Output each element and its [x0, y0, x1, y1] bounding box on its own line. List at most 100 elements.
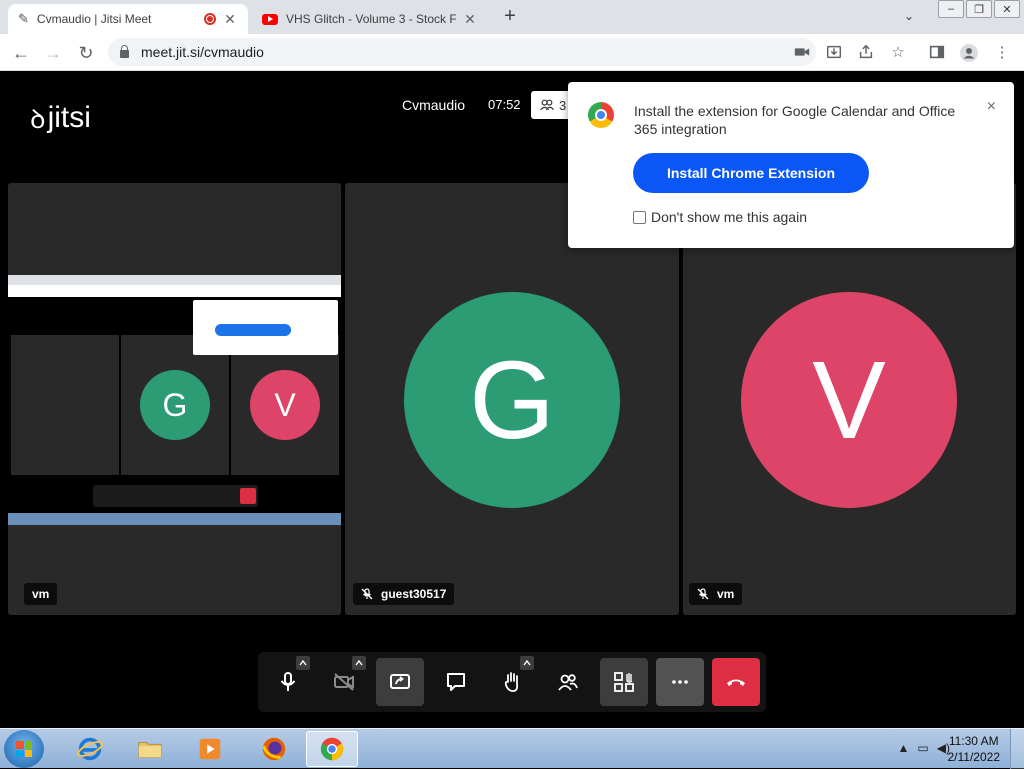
- raise-hand-button[interactable]: [488, 656, 536, 706]
- tab-vhs-glitch[interactable]: VHS Glitch - Volume 3 - Stock Fo ✕: [252, 4, 488, 34]
- participants-button[interactable]: [544, 658, 592, 706]
- thumb-hangup: [240, 488, 256, 504]
- thumb-avatar: V: [250, 370, 320, 440]
- thumb-addressbar: [8, 285, 341, 297]
- raise-hand-icon: [504, 672, 519, 692]
- media-player-icon: [199, 738, 221, 760]
- internet-explorer-icon: [77, 737, 103, 761]
- media-player-taskbar-button[interactable]: [184, 731, 236, 767]
- microphone-icon: [280, 672, 296, 691]
- firefox-icon: [262, 737, 286, 761]
- show-desktop-button[interactable]: [1010, 729, 1024, 769]
- thumb-tile: [11, 335, 119, 475]
- screen-share-button[interactable]: [376, 658, 424, 706]
- minimize-button[interactable]: –: [938, 0, 964, 18]
- meeting-timer: 07:52: [488, 97, 521, 112]
- tile-view-button[interactable]: [600, 658, 648, 706]
- forward-icon[interactable]: →: [42, 42, 64, 64]
- thumb-taskbar: [8, 513, 341, 525]
- side-panel-icon[interactable]: [927, 43, 947, 63]
- restore-button[interactable]: ❐: [966, 0, 992, 18]
- more-icon: [672, 680, 688, 684]
- clock-time: 11:30 AM: [948, 734, 999, 748]
- new-tab-button[interactable]: +: [498, 5, 522, 28]
- lock-icon[interactable]: [120, 44, 129, 58]
- camera-button[interactable]: [320, 656, 368, 706]
- mic-options-caret-icon[interactable]: [296, 656, 310, 670]
- hangup-button[interactable]: [712, 658, 760, 706]
- windows-logo-icon: [16, 741, 32, 757]
- camera-off-icon: [334, 673, 354, 691]
- participant-avatar: G: [404, 292, 620, 508]
- share-icon[interactable]: [856, 43, 876, 63]
- internet-explorer-taskbar-button[interactable]: [64, 731, 116, 767]
- firefox-taskbar-button[interactable]: [248, 731, 300, 767]
- extension-install-popup: Install the extension for Google Calenda…: [568, 82, 1014, 248]
- participants-icon: [558, 674, 578, 691]
- profile-avatar-icon[interactable]: [959, 43, 979, 63]
- install-app-icon[interactable]: [824, 43, 844, 63]
- logo-text: jitsi: [47, 101, 91, 134]
- url-text: meet.jit.si/cvmaudio: [141, 44, 264, 60]
- camera-icon[interactable]: [792, 43, 812, 63]
- checkbox-box[interactable]: [633, 210, 646, 224]
- microphone-button[interactable]: [264, 656, 312, 706]
- system-tray: ▲ ▭ ◀): [898, 741, 950, 755]
- mic-muted-icon: [697, 588, 709, 600]
- folder-icon: [138, 742, 162, 758]
- screen-share-icon: [390, 674, 410, 689]
- show-hidden-icons-chevron-icon[interactable]: ▲: [898, 741, 910, 755]
- participant-avatar: V: [741, 292, 957, 508]
- camera-options-caret-icon[interactable]: [352, 656, 366, 670]
- file-explorer-taskbar-button[interactable]: [124, 731, 176, 767]
- chat-icon: [447, 673, 465, 691]
- thumb-tile: G: [121, 335, 229, 475]
- bookmark-star-icon[interactable]: ☆: [888, 43, 908, 63]
- browser-tab-strip: ✎ Cvmaudio | Jitsi Meet ✕ VHS Glitch - V…: [0, 0, 1024, 34]
- tile-view-icon: [614, 672, 634, 692]
- dont-show-again-label: Don't show me this again: [651, 209, 807, 225]
- youtube-favicon-icon: [262, 13, 278, 25]
- thumb-avatar: G: [140, 370, 210, 440]
- participant-name: vm: [32, 587, 50, 601]
- install-chrome-extension-button[interactable]: Install Chrome Extension: [633, 153, 869, 193]
- tab-title: Cvmaudio | Jitsi Meet: [36, 12, 152, 26]
- jitsi-logo: ꝺ jitsi: [30, 100, 91, 136]
- participant-name-badge: vm: [24, 583, 58, 605]
- tab-close-icon[interactable]: ✕: [462, 11, 478, 28]
- clock-date: 2/11/2022: [947, 750, 1001, 764]
- reload-icon[interactable]: ↻: [75, 42, 97, 64]
- start-button[interactable]: [4, 730, 44, 768]
- participant-name-badge: vm: [689, 583, 743, 605]
- chrome-logo-icon: [588, 102, 614, 128]
- menu-kebab-icon[interactable]: ⋮: [992, 43, 1012, 63]
- participants-icon: [540, 99, 554, 111]
- recording-indicator-icon: [204, 13, 216, 25]
- dont-show-again-checkbox[interactable]: Don't show me this again: [633, 209, 807, 225]
- jitsi-favicon-icon: ✎: [18, 11, 29, 26]
- window-controls: – ❐ ✕: [936, 0, 1020, 18]
- participant-count: 3: [559, 97, 567, 113]
- thumb-tabstrip: [8, 275, 341, 285]
- mic-muted-icon: [361, 588, 373, 600]
- tab-close-icon[interactable]: ✕: [222, 11, 238, 28]
- browser-toolbar: ← → ↻ meet.jit.si/cvmaudio ☆ ⋮: [0, 34, 1024, 71]
- participant-name: vm: [717, 587, 735, 601]
- thumb-popup: [193, 300, 338, 355]
- participant-count-badge[interactable]: 3: [531, 91, 571, 119]
- taskbar-clock[interactable]: 11:30 AM 2/11/2022: [948, 733, 1001, 765]
- chrome-taskbar-button[interactable]: [306, 731, 358, 767]
- tab-search-chevron-icon[interactable]: ⌄: [904, 9, 914, 23]
- video-tile-screenshare[interactable]: G V vm: [8, 183, 341, 615]
- screen-share-thumbnail: G V: [8, 275, 341, 525]
- chat-button[interactable]: [432, 658, 480, 706]
- reactions-caret-icon[interactable]: [520, 656, 534, 670]
- address-bar[interactable]: meet.jit.si/cvmaudio: [108, 38, 816, 66]
- tab-jitsi-meet[interactable]: ✎ Cvmaudio | Jitsi Meet ✕: [8, 4, 248, 34]
- more-actions-button[interactable]: [656, 658, 704, 706]
- back-icon[interactable]: ←: [10, 42, 32, 64]
- participant-name-badge: guest30517: [353, 583, 455, 605]
- popup-close-icon[interactable]: ×: [987, 98, 996, 116]
- window-close-button[interactable]: ✕: [994, 0, 1020, 18]
- network-icon[interactable]: ▭: [917, 741, 928, 755]
